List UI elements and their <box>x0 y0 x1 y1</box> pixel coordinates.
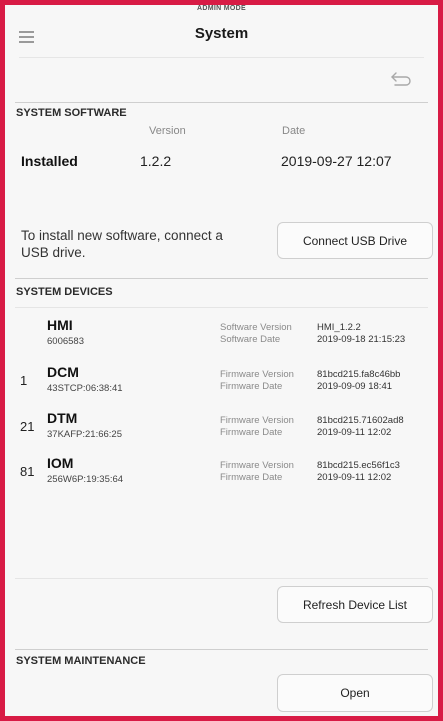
version-value: 81bcd215.71602ad8 <box>317 415 404 426</box>
device-row-hmi[interactable]: HMI 6006583 Software Version Software Da… <box>15 317 428 347</box>
device-address: 81 <box>20 464 35 479</box>
installed-date: 2019-09-27 12:07 <box>281 153 392 169</box>
app-frame: ADMIN MODE System SYSTEM SOFTWARE Versio… <box>0 0 443 721</box>
installed-label: Installed <box>21 153 78 169</box>
device-name: HMI <box>47 317 73 333</box>
date-label: Software Date <box>220 334 281 345</box>
date-value: 2019-09-18 21:15:23 <box>317 334 406 345</box>
system-software-title: SYSTEM SOFTWARE <box>16 107 127 119</box>
date-column-header: Date <box>282 125 306 137</box>
section-divider <box>15 102 428 103</box>
date-value: 2019-09-09 18:41 <box>317 381 393 392</box>
device-serial: 37KAFP:21:66:25 <box>47 429 122 440</box>
device-row-dcm[interactable]: 1 DCM 43STCP:06:38:41 Firmware Version F… <box>15 364 428 394</box>
install-instructions: To install new software, connect a USB d… <box>21 228 223 260</box>
device-row-iom[interactable]: 81 IOM 256W6P:19:35:64 Firmware Version … <box>15 455 428 485</box>
version-label: Firmware Version <box>220 369 294 380</box>
version-value: 81bcd215.fa8c46bb <box>317 369 401 380</box>
date-value: 2019-09-11 12:02 <box>317 427 392 438</box>
date-label: Firmware Date <box>220 381 283 392</box>
device-serial: 6006583 <box>47 336 84 347</box>
version-value: HMI_1.2.2 <box>317 322 361 333</box>
admin-mode-label: ADMIN MODE <box>197 5 246 12</box>
device-serial: 43STCP:06:38:41 <box>47 383 123 394</box>
connect-usb-drive-button[interactable]: Connect USB Drive <box>277 222 433 259</box>
date-label: Firmware Date <box>220 472 283 483</box>
page-title: System <box>194 25 249 42</box>
system-maintenance-title: SYSTEM MAINTENANCE <box>16 655 146 667</box>
device-name: DTM <box>47 410 78 426</box>
device-address: 1 <box>20 373 28 388</box>
back-arrow-icon[interactable] <box>390 71 412 87</box>
row-divider <box>15 307 428 308</box>
device-serial: 256W6P:19:35:64 <box>47 474 124 485</box>
date-label: Firmware Date <box>220 427 283 438</box>
refresh-device-list-button[interactable]: Refresh Device List <box>277 586 433 623</box>
device-name: IOM <box>47 455 74 471</box>
date-value: 2019-09-11 12:02 <box>317 472 392 483</box>
section-divider <box>15 649 428 650</box>
installed-version: 1.2.2 <box>140 153 172 169</box>
version-column-header: Version <box>149 125 186 137</box>
maintenance-open-button[interactable]: Open <box>277 674 433 712</box>
version-label: Software Version <box>220 322 292 333</box>
device-name: DCM <box>47 364 79 380</box>
section-divider <box>15 278 428 279</box>
version-value: 81bcd215.ec56f1c3 <box>317 460 400 471</box>
version-label: Firmware Version <box>220 460 294 471</box>
row-divider <box>15 578 428 579</box>
header-divider <box>19 57 424 58</box>
device-row-dtm[interactable]: 21 DTM 37KAFP:21:66:25 Firmware Version … <box>15 410 428 440</box>
system-devices-title: SYSTEM DEVICES <box>16 286 113 298</box>
version-label: Firmware Version <box>220 415 294 426</box>
device-address: 21 <box>20 419 35 434</box>
